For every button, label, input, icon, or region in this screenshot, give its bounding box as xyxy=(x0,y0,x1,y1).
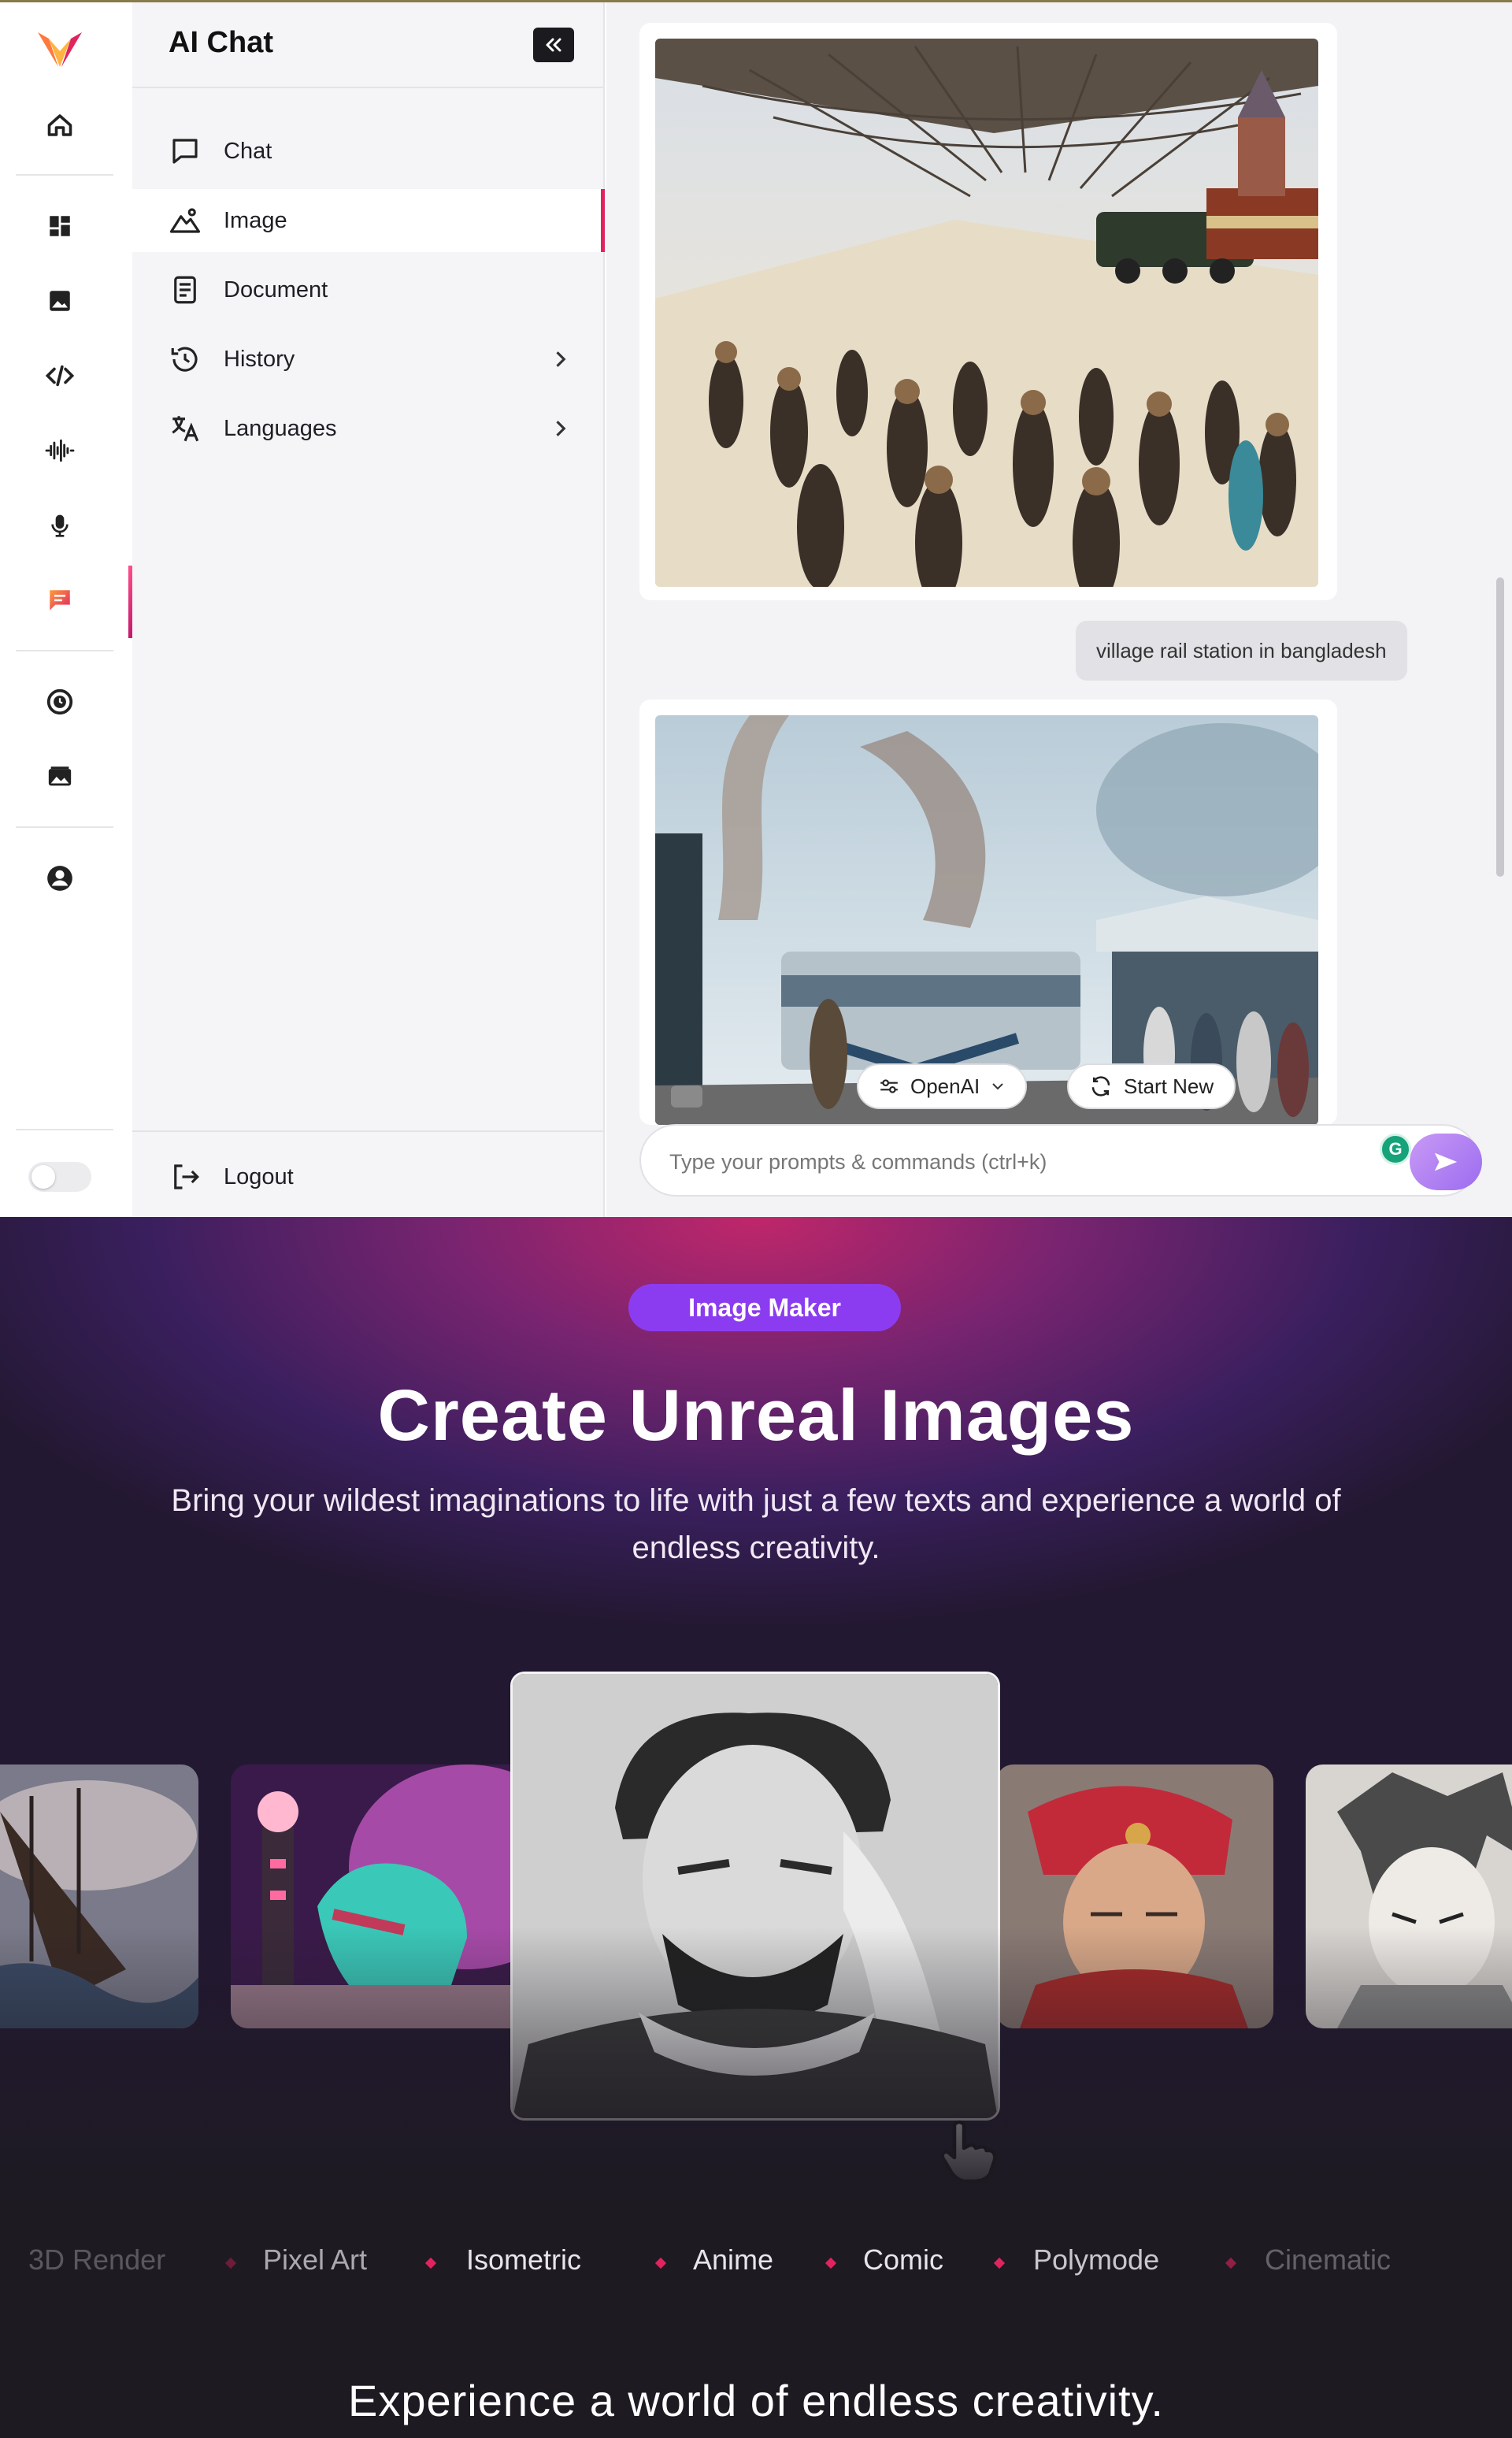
chat-icon[interactable] xyxy=(16,572,104,629)
model-selector-label: OpenAI xyxy=(910,1074,980,1098)
sidebar-item-label: Languages xyxy=(224,415,337,441)
panel-title: AI Chat xyxy=(169,26,273,59)
translate-icon xyxy=(172,416,199,442)
document-icon xyxy=(174,276,196,304)
style-separator xyxy=(993,2257,1006,2269)
chat-scrollbar[interactable] xyxy=(1496,577,1504,877)
style-separator xyxy=(825,2257,837,2269)
app-window: AI Chat Chat Image Document History Lang… xyxy=(0,0,1512,1219)
rail-divider xyxy=(16,650,113,651)
promo-section: Image Maker Create Unreal Images Bring y… xyxy=(0,1217,1512,2438)
generated-image-card xyxy=(639,699,1337,1125)
logout-button[interactable]: Logout xyxy=(132,1145,605,1208)
start-new-button[interactable]: Start New xyxy=(1067,1063,1236,1109)
logout-label: Logout xyxy=(224,1163,294,1189)
style-item[interactable]: Pixel Art xyxy=(263,2243,367,2277)
rail-divider xyxy=(16,174,113,176)
image-maker-badge: Image Maker xyxy=(628,1284,901,1331)
audio-wave-icon[interactable] xyxy=(16,422,104,479)
style-item[interactable]: 3D Render xyxy=(28,2243,165,2277)
style-separator xyxy=(424,2257,437,2269)
rail-divider xyxy=(16,1129,113,1130)
style-separator xyxy=(224,2257,237,2269)
send-arrow-icon xyxy=(1434,1152,1458,1171)
chat-bubble-icon xyxy=(172,139,198,164)
style-item[interactable]: Polymode xyxy=(1033,2243,1159,2277)
generated-image-card xyxy=(639,23,1337,600)
collapse-sidebar-button[interactable] xyxy=(533,28,574,62)
account-icon[interactable] xyxy=(16,850,104,907)
history-clock-icon[interactable] xyxy=(16,674,104,730)
double-chevron-left-icon xyxy=(546,38,561,52)
logout-icon xyxy=(174,1164,199,1189)
style-list: 3D Render Pixel Art Isometric Anime Comi… xyxy=(0,2243,1512,2291)
history-icon xyxy=(171,347,198,372)
home-icon[interactable] xyxy=(16,97,104,154)
sidebar-item-label: Document xyxy=(224,276,328,302)
icon-rail xyxy=(0,2,132,1219)
chat-area: village rail station in bangladesh OpenA… xyxy=(606,2,1512,1219)
style-item[interactable]: Anime xyxy=(693,2243,773,2277)
toggle-knob xyxy=(32,1165,55,1189)
user-message-bubble: village rail station in bangladesh xyxy=(1076,621,1407,681)
hero-title: Create Unreal Images xyxy=(377,1375,1135,1456)
theme-toggle[interactable] xyxy=(28,1162,91,1192)
hero-subtitle: Bring your wildest imaginations to life … xyxy=(171,1483,1341,1565)
logo-icon[interactable] xyxy=(16,21,104,78)
sidebar-item-chat[interactable]: Chat xyxy=(132,120,605,183)
refresh-icon xyxy=(1091,1076,1110,1097)
sidebar-item-label: Image xyxy=(224,207,287,233)
chevron-right-icon xyxy=(556,351,566,367)
rail-divider xyxy=(16,826,113,828)
start-new-label: Start New xyxy=(1124,1074,1214,1098)
promo-gradient xyxy=(0,1926,1512,2438)
sidebar-panel: AI Chat Chat Image Document History Lang… xyxy=(132,2,605,1219)
bottom-title: Experience a world of endless creativity… xyxy=(348,2376,1164,2425)
chevron-down-icon xyxy=(992,1083,1003,1090)
microphone-icon[interactable] xyxy=(16,497,104,554)
sidebar-item-languages[interactable]: Languages xyxy=(132,397,605,460)
style-separator xyxy=(654,2257,667,2269)
prompt-bar: G xyxy=(639,1124,1482,1197)
style-item[interactable]: Comic xyxy=(863,2243,943,2277)
style-item[interactable]: Isometric xyxy=(466,2243,581,2277)
sidebar-item-image[interactable]: Image xyxy=(132,189,605,252)
panel-divider xyxy=(132,87,605,88)
panel-divider xyxy=(132,1130,605,1132)
prompt-input[interactable] xyxy=(669,1145,1315,1179)
style-item[interactable]: Cinematic xyxy=(1265,2243,1391,2277)
sidebar-item-label: Chat xyxy=(224,138,272,164)
dashboard-icon[interactable] xyxy=(16,198,104,254)
gallery-icon[interactable] xyxy=(16,748,104,805)
chevron-right-icon xyxy=(556,421,566,436)
code-icon[interactable] xyxy=(16,347,104,404)
sidebar-item-label: History xyxy=(224,346,295,372)
image-icon[interactable] xyxy=(16,273,104,329)
sidebar-item-history[interactable]: History xyxy=(132,328,605,391)
sliders-icon xyxy=(880,1079,898,1093)
model-selector[interactable]: OpenAI xyxy=(857,1063,1028,1109)
style-separator xyxy=(1225,2257,1237,2269)
send-button[interactable] xyxy=(1410,1134,1482,1190)
image-landscape-icon xyxy=(169,208,201,233)
sidebar-item-document[interactable]: Document xyxy=(132,258,605,321)
generated-image-railway-station[interactable] xyxy=(655,39,1318,587)
grammarly-icon[interactable]: G xyxy=(1380,1134,1411,1165)
